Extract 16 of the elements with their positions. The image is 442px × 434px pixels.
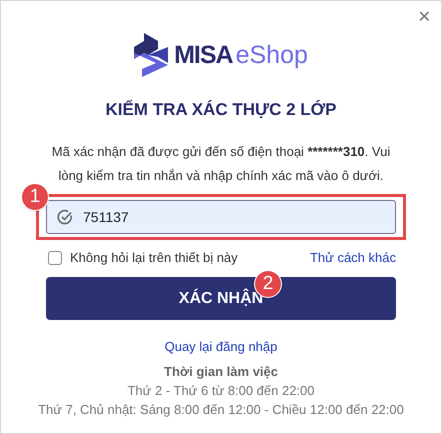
logo-icon bbox=[134, 33, 168, 77]
check-circle-icon bbox=[57, 209, 73, 225]
other-method-link[interactable]: Thử cách khác bbox=[310, 250, 396, 265]
dialog-title: KIỂM TRA XÁC THỰC 2 LỚP bbox=[104, 100, 338, 120]
working-hours-title: Thời gian làm việc bbox=[164, 363, 278, 381]
working-hours-line: Thứ 2 - Thứ 6 từ 8:00 đến 22:00 bbox=[127, 382, 315, 400]
logo-brand: MISA bbox=[174, 40, 233, 70]
instruction-text: Mã xác nhận đã được gửi đến số điện thoại *******310. Vui lòng kiểm tra tin nhắn và nhập chính xác mã vào ô dưới. bbox=[50, 143, 392, 185]
logo-product: eShop bbox=[236, 40, 308, 70]
checkbox[interactable] bbox=[48, 250, 62, 264]
checkbox-label: Không hỏi lại trên thiết bị này bbox=[70, 250, 238, 265]
back-to-login-link[interactable]: Quay lại đăng nhập bbox=[164, 339, 278, 354]
close-button[interactable]: ✕ bbox=[414, 5, 435, 28]
code-field[interactable]: 751137 bbox=[46, 200, 396, 234]
step-badge: 1 bbox=[22, 184, 48, 210]
working-hours-line: Thứ 7, Chủ nhật: Sáng 8:00 đến 12:00 - Chiều 12:00 đến 22:00 bbox=[38, 401, 404, 419]
